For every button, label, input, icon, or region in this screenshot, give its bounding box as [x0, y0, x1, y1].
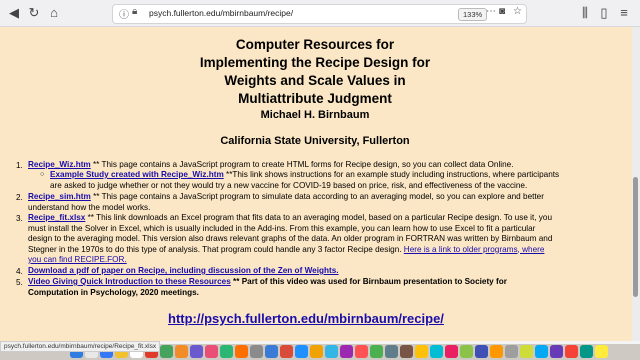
dock-app-icon[interactable]: [340, 345, 353, 358]
info-icon[interactable]: ⓘ: [119, 6, 129, 21]
dock-app-icon[interactable]: [415, 345, 428, 358]
affiliation: California State University, Fullerton: [220, 135, 410, 147]
page-content: Computer Resources for Implementing the …: [0, 27, 632, 341]
dock-app-icon[interactable]: [535, 345, 548, 358]
back-icon[interactable]: ◀: [6, 5, 22, 21]
zoom-level-badge[interactable]: 133%: [458, 8, 488, 21]
dock-app-icon[interactable]: [490, 345, 503, 358]
vertical-scrollbar[interactable]: [632, 27, 640, 341]
dock-app-icon[interactable]: [595, 345, 608, 358]
dock-app-icon[interactable]: [310, 345, 323, 358]
list-item: Recipe_Wiz.htm ** This page contains a J…: [28, 160, 514, 169]
dock-app-icon[interactable]: [205, 345, 218, 358]
dock-app-icon[interactable]: [475, 345, 488, 358]
dock-app-icon[interactable]: [280, 345, 293, 358]
dock-app-icon[interactable]: [325, 345, 338, 358]
dock-app-icon[interactable]: [295, 345, 308, 358]
dock-app-icon[interactable]: [505, 345, 518, 358]
status-bar: psych.fullerton.edu/mbirnbaum/recipe/Rec…: [0, 341, 161, 352]
dock-app-icon[interactable]: [265, 345, 278, 358]
dock-app-icon[interactable]: [250, 345, 263, 358]
circle-bullet-icon: ○: [40, 171, 45, 178]
library-icon[interactable]: ⫼: [577, 5, 593, 21]
pdf-paper-link[interactable]: Download a pdf of paper on Recipe, inclu…: [28, 266, 339, 275]
address-bar[interactable]: ⓘ 🔒︎ psych.fullerton.edu/mbirnbaum/recip…: [112, 4, 527, 24]
pocket-icon[interactable]: ◙: [499, 6, 505, 17]
dock-app-icon[interactable]: [460, 345, 473, 358]
dock-app-icon[interactable]: [580, 345, 593, 358]
list-item: Recipe_sim.htm ** This page contains a J…: [28, 192, 544, 212]
dock-app-icon[interactable]: [175, 345, 188, 358]
recipe-for-link[interactable]: you can find RECIPE.FOR.: [28, 255, 127, 264]
recipe-sim-link[interactable]: Recipe_sim.htm: [28, 192, 91, 201]
list-number: 4.: [16, 267, 23, 276]
browser-toolbar: ◀ ↻ ⌂ ⓘ 🔒︎ psych.fullerton.edu/mbirnbaum…: [0, 0, 640, 27]
dock-app-icon[interactable]: [445, 345, 458, 358]
dock-app-icon[interactable]: [565, 345, 578, 358]
reload-icon[interactable]: ↻: [26, 5, 42, 21]
list-number: 1.: [16, 161, 23, 170]
lock-icon[interactable]: 🔒︎: [132, 6, 137, 17]
sidebar-icon[interactable]: ▯: [596, 5, 612, 21]
dock-app-icon[interactable]: [370, 345, 383, 358]
dock-app-icon[interactable]: [385, 345, 398, 358]
dock-app-icon[interactable]: [430, 345, 443, 358]
bookmark-star-icon[interactable]: ☆: [513, 6, 522, 17]
dock-app-icon[interactable]: [235, 345, 248, 358]
dock-app-icon[interactable]: [355, 345, 368, 358]
older-programs-link[interactable]: Here is a link to older programs, where: [404, 245, 545, 254]
url-text[interactable]: psych.fullerton.edu/mbirnbaum/recipe/: [149, 8, 293, 18]
list-item: Example Study created with Recipe_Wiz.ht…: [50, 170, 560, 190]
dock-app-icon[interactable]: [160, 345, 173, 358]
menu-icon[interactable]: ≡: [616, 5, 632, 21]
site-url-link[interactable]: http://psych.fullerton.edu/mbirnbaum/rec…: [168, 311, 444, 326]
page-title: Computer Resources for Implementing the …: [199, 37, 431, 106]
list-item: Download a pdf of paper on Recipe, inclu…: [28, 266, 628, 277]
example-study-link[interactable]: Example Study created with Recipe_Wiz.ht…: [50, 170, 224, 179]
list-number: 3.: [16, 214, 23, 223]
list-item: Video Giving Quick Introduction to these…: [28, 277, 507, 297]
dock-app-icon[interactable]: [550, 345, 563, 358]
dock-app-icon[interactable]: [190, 345, 203, 358]
video-intro-link[interactable]: Video Giving Quick Introduction to these…: [28, 277, 231, 286]
list-number: 2.: [16, 193, 23, 202]
recipe-fit-link[interactable]: Recipe_fit.xlsx: [28, 213, 85, 222]
list-number: 5.: [16, 278, 23, 287]
dock-app-icon[interactable]: [400, 345, 413, 358]
page-actions-icon[interactable]: ⋯: [486, 6, 496, 17]
dock-app-icon[interactable]: [220, 345, 233, 358]
scrollbar-thumb[interactable]: [633, 177, 638, 297]
dock-app-icon[interactable]: [520, 345, 533, 358]
list-item: Recipe_fit.xlsx ** This link downloads a…: [28, 213, 553, 264]
home-icon[interactable]: ⌂: [46, 5, 62, 21]
author-name: Michael H. Birnbaum: [260, 109, 370, 121]
recipe-wiz-link[interactable]: Recipe_Wiz.htm: [28, 160, 91, 169]
